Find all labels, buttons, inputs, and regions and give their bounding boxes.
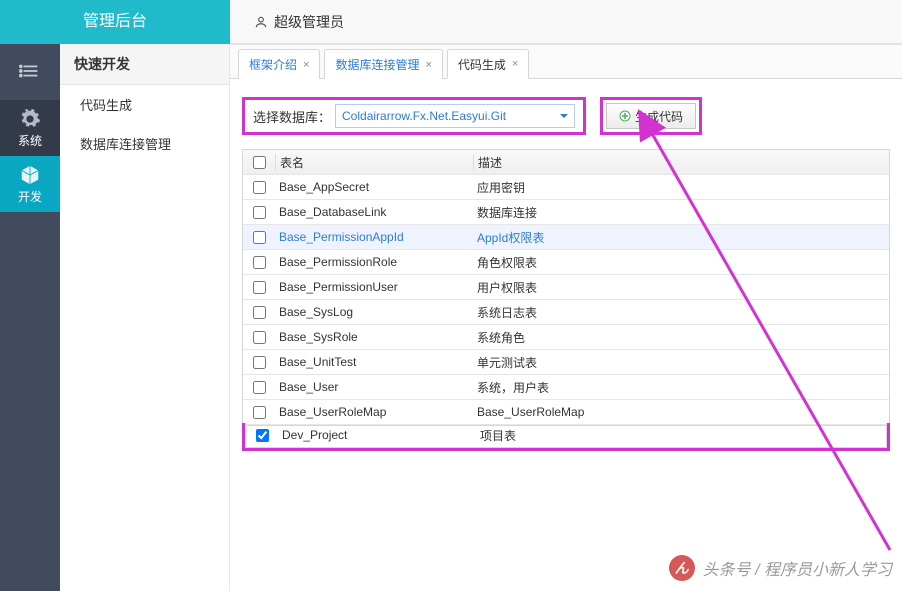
db-select[interactable]: Coldairarrow.Fx.Net.Easyui.Git xyxy=(335,104,575,128)
cell-name: Base_PermissionUser xyxy=(275,280,473,294)
cell-desc: 单元测试表 xyxy=(473,354,889,371)
header-name[interactable]: 表名 xyxy=(275,154,473,171)
table-row[interactable]: Base_PermissionAppIdAppId权限表 xyxy=(243,225,889,250)
iconbar-label: 系统 xyxy=(18,132,42,149)
brand-title: 管理后台 xyxy=(0,0,230,44)
row-checkbox[interactable] xyxy=(253,331,266,344)
table-row[interactable]: Base_SysRole系统角色 xyxy=(243,325,889,350)
cell-name: Base_PermissionRole xyxy=(275,255,473,269)
row-checkbox[interactable] xyxy=(253,206,266,219)
header-desc[interactable]: 描述 xyxy=(473,154,889,171)
cell-desc: 角色权限表 xyxy=(473,254,889,271)
generate-code-button[interactable]: 生成代码 xyxy=(606,103,696,129)
table-row[interactable]: Base_DatabaseLink数据库连接 xyxy=(243,200,889,225)
row-checkbox[interactable] xyxy=(253,256,266,269)
select-all-checkbox[interactable] xyxy=(253,156,266,169)
cell-desc: 项目表 xyxy=(476,427,886,444)
gear-icon xyxy=(19,108,41,130)
tab-codegen[interactable]: 代码生成 × xyxy=(447,49,529,79)
cell-desc: 系统日志表 xyxy=(473,304,889,321)
icon-sidebar: 系统 开发 xyxy=(0,44,60,591)
cell-name: Base_DatabaseLink xyxy=(275,205,473,219)
table-row[interactable]: Base_User系统，用户表 xyxy=(243,375,889,400)
cell-desc: 系统角色 xyxy=(473,329,889,346)
row-checkbox[interactable] xyxy=(253,281,266,294)
row-checkbox[interactable] xyxy=(256,429,269,442)
sidepanel-item-dbconn[interactable]: 数据库连接管理 xyxy=(60,124,229,163)
cell-name: Dev_Project xyxy=(278,428,476,442)
cell-desc: AppId权限表 xyxy=(473,229,889,246)
cube-icon xyxy=(19,164,41,186)
data-grid: 表名 描述 Base_AppSecret应用密钥Base_DatabaseLin… xyxy=(242,149,890,426)
watermark: ん 头条号 / 程序员小新人学习 xyxy=(669,555,892,581)
sidepanel-item-codegen[interactable]: 代码生成 xyxy=(60,85,229,124)
tab-label: 数据库连接管理 xyxy=(335,56,419,73)
sidepanel-title: 快速开发 xyxy=(60,44,229,85)
cell-name: Base_SysRole xyxy=(275,330,473,344)
tab-label: 代码生成 xyxy=(458,56,506,73)
highlighted-row-box: Dev_Project 项目表 xyxy=(242,423,890,451)
table-row[interactable]: Base_PermissionUser用户权限表 xyxy=(243,275,889,300)
cell-name: Base_User xyxy=(275,380,473,394)
table-row[interactable]: Base_UserRoleMapBase_UserRoleMap xyxy=(243,400,889,425)
table-row[interactable]: Base_SysLog系统日志表 xyxy=(243,300,889,325)
generate-code-label: 生成代码 xyxy=(635,108,683,125)
cell-desc: 数据库连接 xyxy=(473,204,889,221)
iconbar-item-system[interactable]: 系统 xyxy=(0,100,60,156)
table-row[interactable]: Base_UnitTest单元测试表 xyxy=(243,350,889,375)
tab-label: 框架介绍 xyxy=(249,56,297,73)
iconbar-item-menu[interactable] xyxy=(0,44,60,100)
close-icon[interactable]: × xyxy=(303,59,309,71)
cell-name: Base_UserRoleMap xyxy=(275,405,473,419)
row-checkbox[interactable] xyxy=(253,231,266,244)
list-icon xyxy=(19,60,41,82)
row-checkbox[interactable] xyxy=(253,181,266,194)
tab-db-connection[interactable]: 数据库连接管理 × xyxy=(324,49,442,79)
close-icon[interactable]: × xyxy=(425,59,431,71)
tab-bar: 框架介绍 × 数据库连接管理 × 代码生成 × xyxy=(230,45,902,79)
cell-name: Base_UnitTest xyxy=(275,355,473,369)
table-row[interactable]: Dev_Project 项目表 xyxy=(245,423,887,448)
iconbar-item-dev[interactable]: 开发 xyxy=(0,156,60,212)
cell-desc: Base_UserRoleMap xyxy=(473,405,889,419)
row-checkbox[interactable] xyxy=(253,381,266,394)
cell-name: Base_AppSecret xyxy=(275,180,473,194)
plus-icon xyxy=(619,110,631,122)
tab-framework-intro[interactable]: 框架介绍 × xyxy=(238,49,320,79)
db-select-group: 选择数据库： Coldairarrow.Fx.Net.Easyui.Git xyxy=(242,97,586,135)
cell-desc: 应用密钥 xyxy=(473,179,889,196)
iconbar-label: 开发 xyxy=(18,188,42,205)
cell-name: Base_PermissionAppId xyxy=(275,230,473,244)
cell-desc: 用户权限表 xyxy=(473,279,889,296)
user-bar: 超级管理员 xyxy=(230,0,902,44)
row-checkbox[interactable] xyxy=(253,406,266,419)
row-checkbox[interactable] xyxy=(253,306,266,319)
user-icon xyxy=(254,14,268,30)
side-panel: 快速开发 代码生成 数据库连接管理 xyxy=(60,44,230,591)
cell-desc: 系统，用户表 xyxy=(473,379,889,396)
grid-header: 表名 描述 xyxy=(243,150,889,175)
table-row[interactable]: Base_PermissionRole角色权限表 xyxy=(243,250,889,275)
row-checkbox[interactable] xyxy=(253,356,266,369)
db-select-label: 选择数据库： xyxy=(253,107,331,126)
close-icon[interactable]: × xyxy=(512,58,518,70)
cell-name: Base_SysLog xyxy=(275,305,473,319)
table-row[interactable]: Base_AppSecret应用密钥 xyxy=(243,175,889,200)
watermark-logo: ん xyxy=(669,555,695,581)
user-role-label: 超级管理员 xyxy=(274,12,344,32)
